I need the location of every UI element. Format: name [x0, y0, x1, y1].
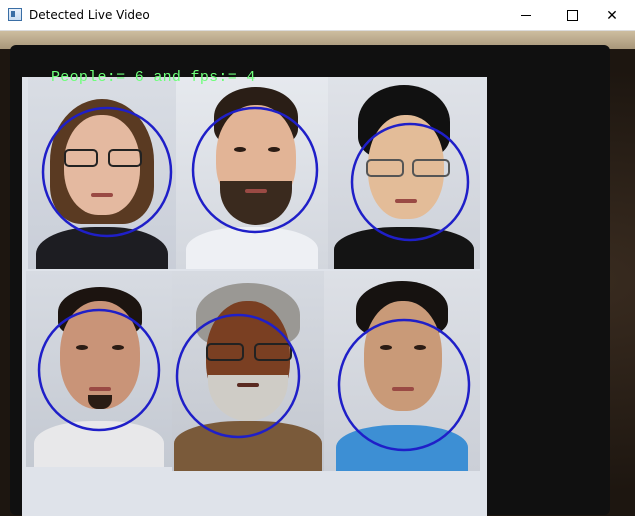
video-frame: [0, 31, 635, 516]
photo-tile-2: [176, 77, 328, 269]
photo-tile-1: [28, 77, 176, 269]
app-window-icon: [8, 8, 22, 21]
window-title: Detected Live Video: [29, 8, 150, 22]
maximize-icon: [566, 10, 578, 21]
photo-tile-4: [26, 271, 172, 467]
close-button[interactable]: ✕: [589, 0, 635, 31]
photo-tile-6: [324, 271, 480, 471]
photo-grid: [22, 77, 487, 516]
window-titlebar: Detected Live Video ✕: [0, 0, 635, 31]
photo-tile-5: [172, 271, 324, 471]
photo-tile-3: [328, 77, 480, 269]
close-icon: ✕: [606, 7, 618, 24]
people-fps-readout: People:= 6 and fps:= 4: [51, 69, 256, 86]
minimize-button[interactable]: [503, 0, 549, 31]
minimize-icon: [521, 15, 531, 16]
